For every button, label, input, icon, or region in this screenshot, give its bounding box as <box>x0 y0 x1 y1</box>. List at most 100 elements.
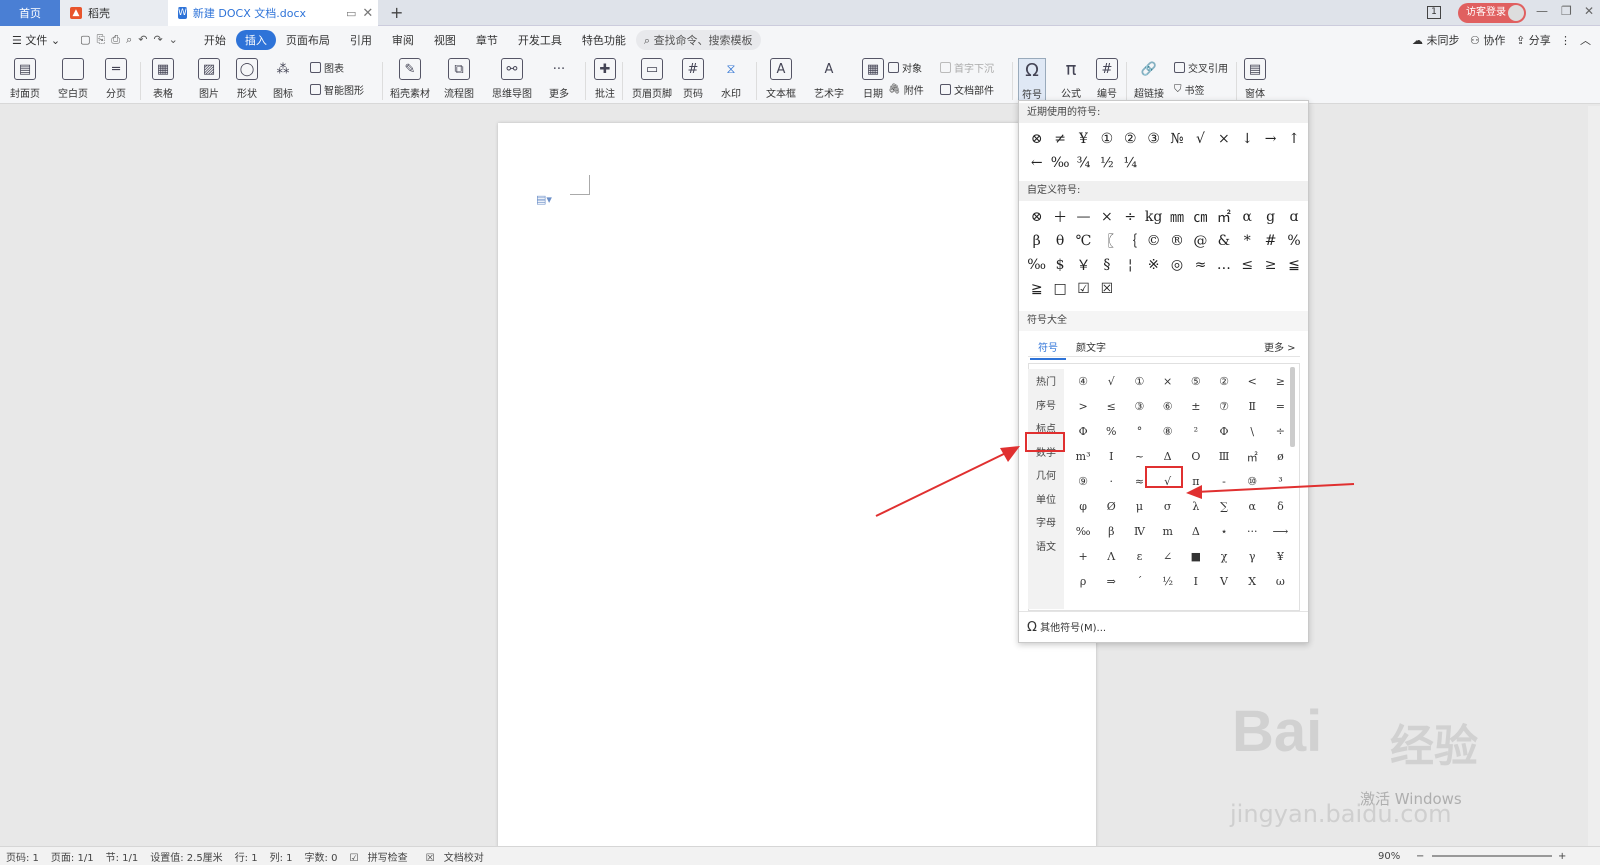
library-symbol[interactable]: φ <box>1069 494 1097 519</box>
formula-button[interactable]: π 公式 <box>1060 58 1082 101</box>
library-symbol[interactable]: Ⅱ <box>1238 394 1266 419</box>
library-symbol[interactable]: Φ <box>1069 419 1097 444</box>
library-symbol[interactable]: ⑨ <box>1069 469 1097 494</box>
crossref-button[interactable]: 交叉引用 <box>1174 60 1228 75</box>
menu-developer[interactable]: 开发工具 <box>508 32 572 48</box>
category-item[interactable]: 热门 <box>1028 369 1064 393</box>
recent-symbol[interactable]: ↑ <box>1282 127 1305 151</box>
menu-start[interactable]: 开始 <box>194 32 236 48</box>
recent-symbol[interactable]: ① <box>1095 127 1118 151</box>
library-symbol[interactable]: · <box>1097 469 1125 494</box>
custom-symbol[interactable]: $ <box>1048 253 1071 277</box>
spellcheck-button[interactable]: ☑ 拼写检查 <box>343 849 419 864</box>
recent-symbol[interactable]: ½ <box>1095 151 1118 175</box>
symbol-scrollbar[interactable] <box>1290 367 1295 447</box>
library-symbol[interactable]: ⟶ <box>1266 519 1294 544</box>
menu-features[interactable]: 特色功能 <box>572 32 636 48</box>
table-button[interactable]: ▦ 表格 <box>152 58 174 100</box>
cover-page-button[interactable]: ▤ 封面页 <box>10 58 40 100</box>
chart-button[interactable]: 图表 <box>310 60 344 75</box>
category-item[interactable]: 序号 <box>1028 393 1064 417</box>
recent-symbol[interactable]: ¼ <box>1119 151 1142 175</box>
library-symbol[interactable]: Ø <box>1097 494 1125 519</box>
custom-symbol[interactable]: ¦ <box>1119 253 1142 277</box>
custom-symbol[interactable]: ㎡ <box>1212 205 1235 229</box>
zoom-level[interactable]: 90% <box>1372 851 1406 862</box>
library-symbol[interactable]: ½ <box>1154 569 1182 594</box>
library-symbol[interactable]: V <box>1210 569 1238 594</box>
custom-symbol[interactable]: × <box>1095 205 1118 229</box>
library-symbol[interactable]: Ο <box>1182 444 1210 469</box>
textbox-button[interactable]: A 文本框 <box>766 58 796 100</box>
library-symbol[interactable]: σ <box>1154 494 1182 519</box>
zoom-slider[interactable] <box>1432 855 1552 857</box>
library-symbol[interactable]: ⑧ <box>1154 419 1182 444</box>
custom-symbol[interactable]: ㎜ <box>1165 205 1188 229</box>
mindmap-button[interactable]: ⚯ 思维导图 <box>492 58 532 100</box>
menu-page-layout[interactable]: 页面布局 <box>276 32 340 48</box>
custom-symbol[interactable]: — <box>1072 205 1095 229</box>
library-symbol[interactable]: χ <box>1210 544 1238 569</box>
library-symbol[interactable]: ¥ <box>1266 544 1294 569</box>
custom-symbol[interactable]: □ <box>1048 277 1071 301</box>
custom-symbol[interactable]: ☒ <box>1095 277 1118 301</box>
more-icon[interactable]: ⋮ <box>1560 34 1571 47</box>
custom-symbol[interactable]: ℃ <box>1072 229 1095 253</box>
custom-symbol[interactable]: 〖 <box>1095 229 1118 253</box>
restore-icon[interactable]: ❐ <box>1561 4 1572 18</box>
library-symbol[interactable]: ρ <box>1069 569 1097 594</box>
numbering-button[interactable]: # 编号 <box>1096 58 1118 100</box>
library-symbol[interactable]: ⑦ <box>1210 394 1238 419</box>
library-symbol[interactable]: ⇒ <box>1097 569 1125 594</box>
login-button[interactable]: 访客登录 <box>1458 3 1526 23</box>
proofread-button[interactable]: ☒ 文档校对 <box>420 849 496 864</box>
custom-symbol[interactable]: @ <box>1189 229 1212 253</box>
tab-daoke[interactable]: ▲ 稻壳 <box>60 0 168 26</box>
command-search[interactable]: ⌕ 查找命令、搜索模板 <box>635 30 761 50</box>
custom-symbol[interactable]: ≤ <box>1236 253 1259 277</box>
custom-symbol[interactable]: ‰ <box>1025 253 1048 277</box>
header-footer-button[interactable]: ▭ 页眉页脚 <box>632 58 672 100</box>
library-symbol[interactable]: % <box>1097 419 1125 444</box>
custom-symbol[interactable]: ◎ <box>1165 253 1188 277</box>
menu-insert[interactable]: 插入 <box>235 30 276 50</box>
collapse-ribbon-icon[interactable]: ︿ <box>1580 32 1591 48</box>
close-window-icon[interactable]: ✕ <box>1584 4 1594 18</box>
attachment-button[interactable]: 🖇 附件 <box>888 82 924 97</box>
library-symbol[interactable]: ω <box>1266 569 1294 594</box>
library-symbol[interactable]: Ⅰ <box>1097 444 1125 469</box>
menu-view[interactable]: 视图 <box>424 32 466 48</box>
library-symbol[interactable]: ² <box>1182 419 1210 444</box>
symbol-button[interactable]: Ω 符号 <box>1018 58 1046 102</box>
hyperlink-button[interactable]: 🔗 超链接 <box>1134 58 1164 101</box>
recent-symbol[interactable]: ② <box>1119 127 1142 151</box>
more-insert-button[interactable]: ··· 更多 <box>548 58 570 101</box>
file-menu[interactable]: ☰ 文件 ⌄ <box>0 32 70 48</box>
library-symbol[interactable]: Δ <box>1182 519 1210 544</box>
window-form-button[interactable]: ▤ 窗体 <box>1244 58 1266 100</box>
recent-symbol[interactable]: ¾ <box>1072 151 1095 175</box>
recent-symbol[interactable]: ‰ <box>1048 151 1071 175</box>
custom-symbol[interactable]: ⊗ <box>1025 205 1048 229</box>
status-wordcount[interactable]: 字数: 0 <box>299 849 344 864</box>
library-symbol[interactable]: ··· <box>1238 519 1266 544</box>
library-symbol[interactable]: μ <box>1125 494 1153 519</box>
shape-button[interactable]: ◯ 形状 <box>236 58 258 100</box>
library-symbol[interactable]: ③ <box>1125 394 1153 419</box>
tab-home[interactable]: 首页 <box>0 0 60 26</box>
vertical-scrollbar[interactable] <box>1588 106 1600 846</box>
wordart-button[interactable]: A 艺术字 <box>814 58 844 101</box>
recent-symbol[interactable]: → <box>1259 127 1282 151</box>
custom-symbol[interactable]: ÷ <box>1119 205 1142 229</box>
custom-symbol[interactable]: © <box>1142 229 1165 253</box>
menu-review[interactable]: 审阅 <box>382 32 424 48</box>
tab-document[interactable]: W 新建 DOCX 文档.docx ▭ ✕ <box>168 0 378 26</box>
minimize-icon[interactable]: — <box>1536 4 1548 18</box>
library-symbol[interactable]: Ⅳ <box>1125 519 1153 544</box>
menu-section[interactable]: 章节 <box>466 32 508 48</box>
custom-symbol[interactable]: α <box>1236 205 1259 229</box>
library-symbol[interactable]: ⑥ <box>1154 394 1182 419</box>
library-symbol[interactable]: > <box>1069 394 1097 419</box>
icon-button[interactable]: ⁂ 图标 <box>272 58 294 101</box>
library-symbol[interactable]: β <box>1097 519 1125 544</box>
